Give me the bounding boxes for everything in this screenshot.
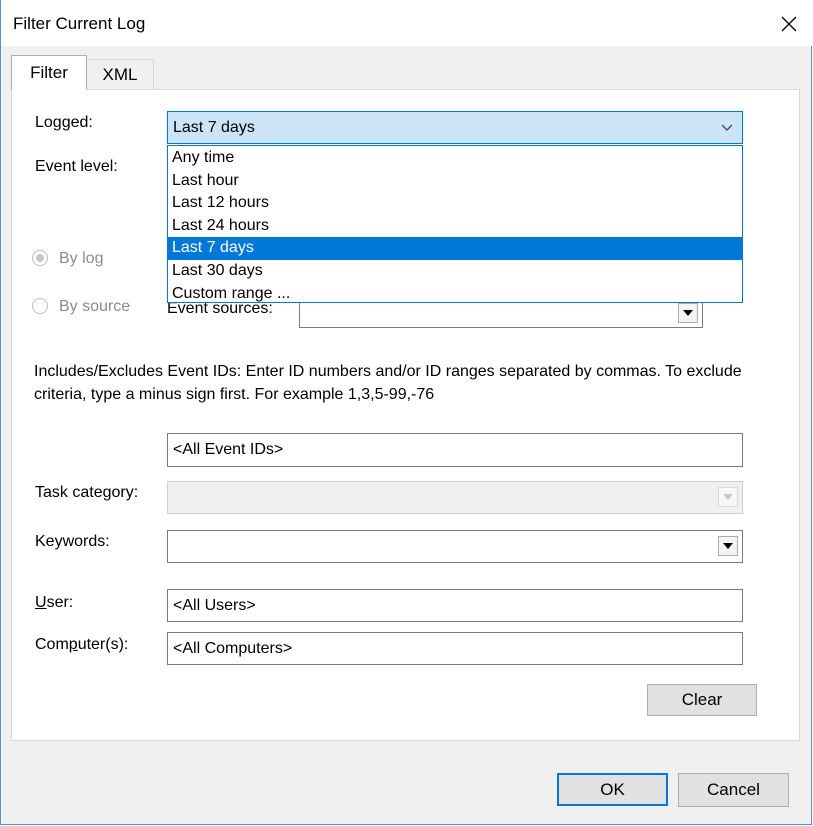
task-category-select[interactable] (167, 481, 743, 514)
event-sources-dropdown-button[interactable] (678, 303, 698, 323)
clear-button-label: Clear (681, 690, 723, 709)
cancel-button[interactable]: Cancel (678, 773, 789, 807)
clear-button[interactable]: Clear (647, 684, 757, 716)
user-label-rest: ser: (46, 594, 74, 611)
logged-option[interactable]: Last hour (168, 170, 742, 193)
logged-option[interactable]: Custom range ... (168, 283, 742, 306)
keywords-label: Keywords: (35, 533, 110, 550)
computers-label: Computer(s): (35, 636, 128, 654)
tab-xml[interactable]: XML (86, 59, 154, 90)
logged-value: Last 7 days (173, 118, 255, 136)
ok-button[interactable]: OK (557, 773, 668, 806)
computers-label-accel: p (68, 636, 78, 653)
logged-dropdown-list: Any time Last hour Last 12 hours Last 24… (167, 145, 743, 303)
dropdown-arrow-icon (683, 310, 693, 316)
dialog-title: Filter Current Log (13, 14, 146, 33)
tab-filter[interactable]: Filter (11, 55, 87, 90)
logged-option[interactable]: Last 12 hours (168, 192, 742, 215)
keywords-select[interactable] (167, 530, 743, 563)
dropdown-arrow-icon (723, 494, 733, 500)
user-label: User: (35, 594, 73, 612)
logged-label: Logged: (35, 114, 93, 131)
dialog-window: Filter Current Log Filter XML Logged: La… (0, 0, 813, 825)
computers-label-rest: uter(s): (77, 636, 129, 653)
close-icon (781, 16, 797, 32)
cancel-button-label: Cancel (707, 780, 760, 799)
logged-option-selected[interactable]: Last 7 days (168, 237, 742, 260)
computers-input[interactable]: <All Computers> (167, 632, 743, 665)
ok-button-label: OK (600, 779, 625, 799)
user-input[interactable]: <All Users> (167, 589, 743, 622)
by-source-label: By source (59, 298, 131, 315)
logged-select[interactable]: Last 7 days (167, 111, 743, 144)
event-ids-help-text: Includes/Excludes Event IDs: Enter ID nu… (34, 363, 742, 403)
keywords-dropdown-button[interactable] (718, 536, 738, 556)
task-category-dropdown-button[interactable] (718, 487, 738, 507)
event-ids-value: <All Event IDs> (173, 441, 284, 458)
task-category-label: Task category: (35, 484, 139, 501)
chevron-down-icon (716, 112, 738, 143)
by-source-radio[interactable] (32, 298, 48, 314)
by-log-radio[interactable] (32, 250, 48, 266)
logged-option[interactable]: Last 30 days (168, 260, 742, 283)
dropdown-arrow-icon (723, 543, 733, 549)
by-log-label: By log (59, 250, 104, 267)
logged-option[interactable]: Any time (168, 147, 742, 170)
title-bar: Filter Current Log (1, 0, 813, 46)
event-level-label: Event level: (35, 158, 118, 175)
computers-label-pre: Com (35, 636, 69, 653)
tab-filter-label: Filter (30, 63, 68, 82)
computers-value: <All Computers> (173, 639, 293, 657)
user-value: <All Users> (173, 596, 256, 614)
event-ids-input[interactable]: <All Event IDs> (167, 433, 743, 467)
user-label-accel: U (35, 594, 47, 611)
logged-option[interactable]: Last 24 hours (168, 215, 742, 238)
tab-xml-label: XML (102, 65, 138, 84)
close-button[interactable] (771, 4, 807, 44)
